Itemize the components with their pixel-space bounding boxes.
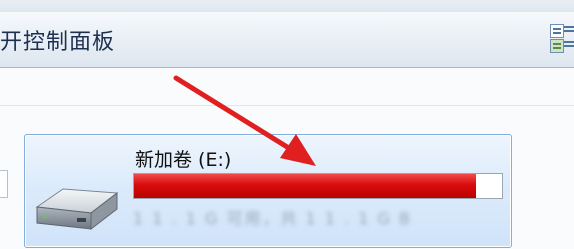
drive-free-space: 1 1 . 1 G 可用，共 1 1 . 1 G B — [133, 209, 412, 228]
drive-usage-bar — [133, 173, 503, 199]
command-bar: 开控制面板 — [0, 12, 574, 68]
drive-usage-fill — [134, 174, 477, 198]
drive-name: 新加卷 (E:) — [135, 149, 232, 171]
view-list-icon — [564, 26, 574, 28]
drive-tile-e[interactable]: 新加卷 (E:) 1 1 . 1 G 可用，共 1 1 . 1 G B — [24, 134, 512, 248]
view-details-icon[interactable] — [550, 24, 564, 38]
hard-drive-icon — [35, 188, 119, 231]
adjacent-drive-tile[interactable] — [0, 170, 8, 198]
view-tiles-icon[interactable] — [550, 39, 564, 53]
section-divider — [0, 105, 574, 106]
open-control-panel-button[interactable]: 开控制面板 — [0, 24, 115, 56]
view-options[interactable] — [550, 22, 574, 62]
